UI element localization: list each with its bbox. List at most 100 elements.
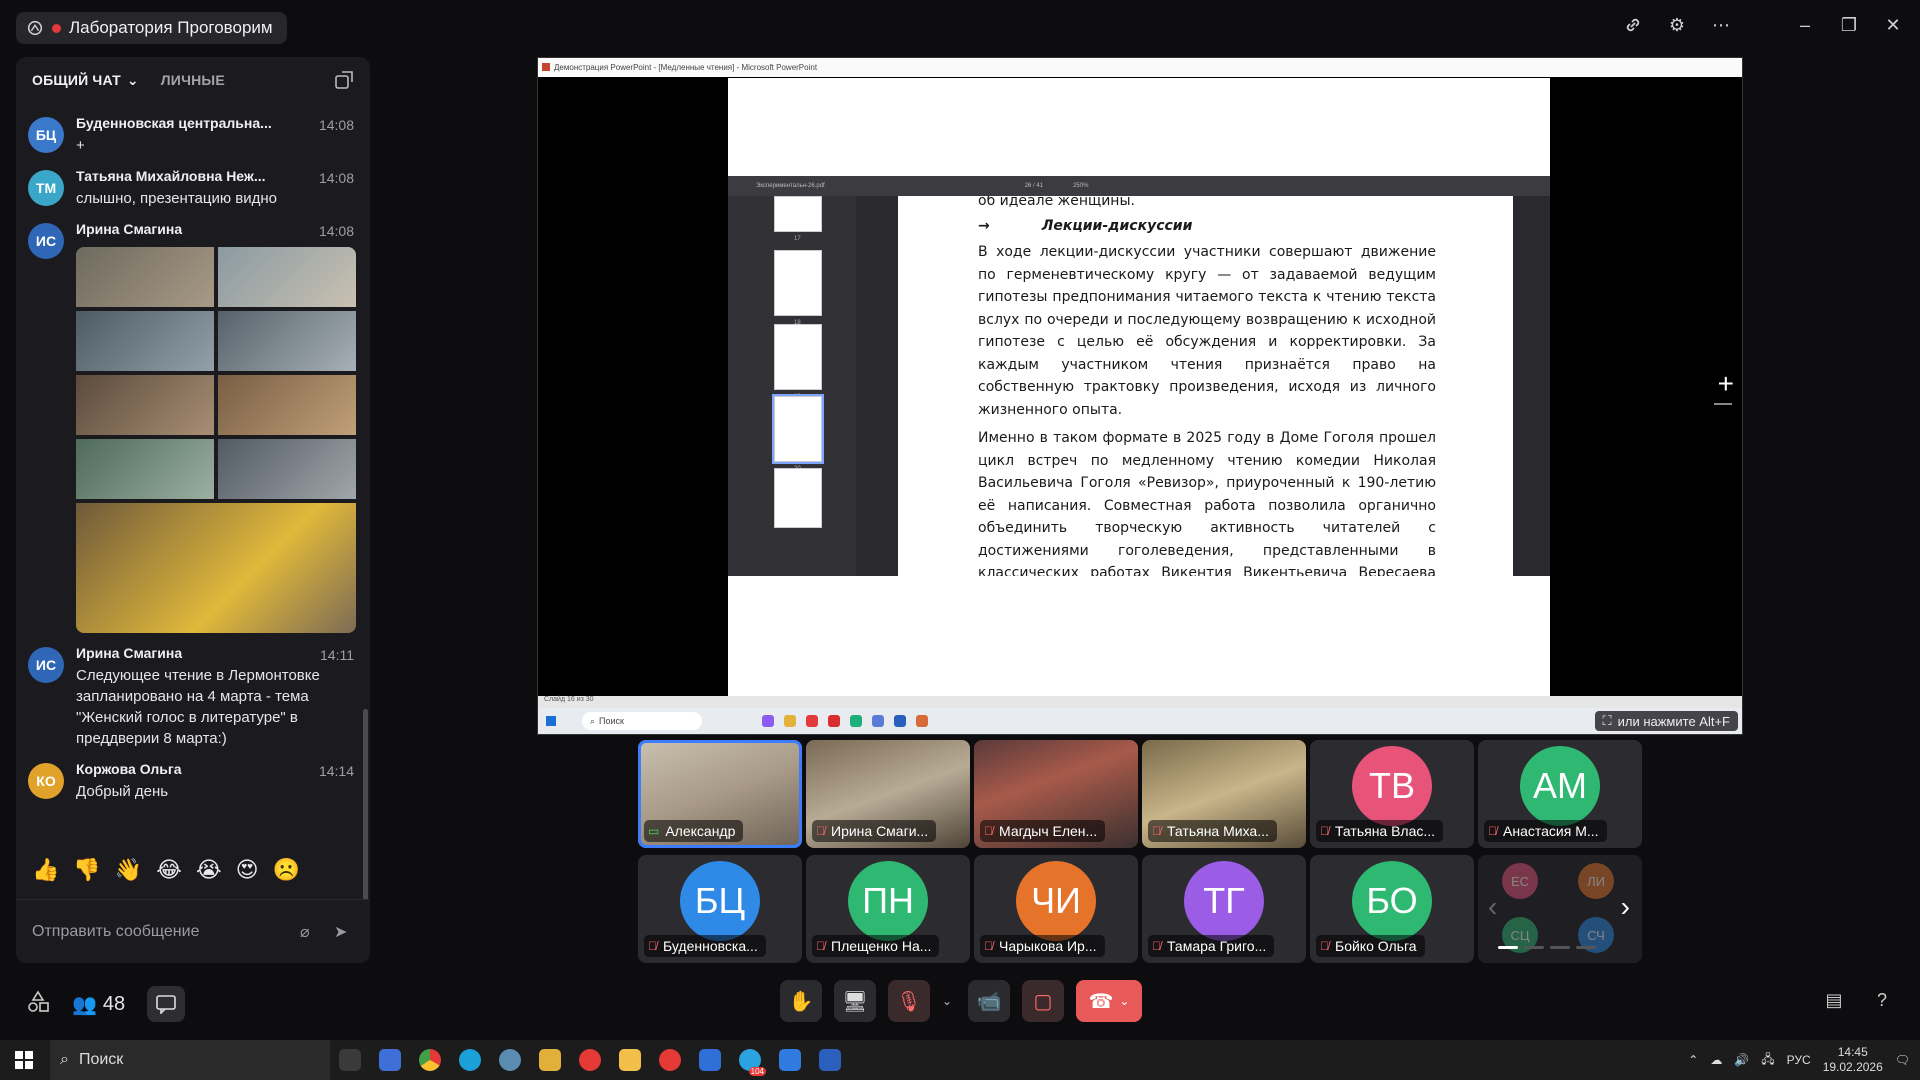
laugh-reaction[interactable]: 😂 — [156, 857, 182, 883]
photo[interactable] — [218, 375, 356, 435]
screen-share-button[interactable]: 🖥 — [834, 980, 876, 1022]
pdf-page: об идеале женщины. → Лекции-дискуссии В … — [898, 196, 1513, 576]
yandex-icon[interactable] — [650, 1040, 690, 1080]
tab-private-chat[interactable]: ЛИЧНЫЕ — [161, 72, 225, 88]
zoom-out-icon[interactable] — [1714, 403, 1732, 405]
screen-share[interactable]: Демонстрация PowerPoint - [Медленные чте… — [537, 57, 1743, 735]
paperclip-icon[interactable]: ⌀ — [300, 922, 320, 942]
photo-gallery[interactable] — [76, 247, 356, 633]
app-icon[interactable] — [330, 1040, 370, 1080]
send-icon[interactable]: ➤ — [334, 922, 354, 942]
notifications-icon[interactable]: 🗨 — [1895, 1053, 1910, 1067]
chevron-up-icon[interactable]: ⌃ — [1688, 1053, 1698, 1067]
folder-icon[interactable] — [610, 1040, 650, 1080]
raise-hand-button[interactable]: ✋ — [780, 980, 822, 1022]
more-participants-tile[interactable]: ЕС ЛИ СЦ СЧ ‹ › — [1478, 855, 1642, 963]
frown-reaction[interactable]: ☹️ — [273, 857, 300, 883]
mic-muted-icon: 🎙̸ — [1320, 939, 1329, 953]
video-app-icon[interactable] — [770, 1040, 810, 1080]
message-author: Татьяна Михайловна Неж... — [76, 168, 266, 184]
participant-tile[interactable]: 🎙̸ Ирина Смаги... — [806, 740, 970, 848]
tile-pager — [1498, 946, 1596, 949]
participants-button[interactable]: 👥 48 — [72, 992, 125, 1017]
popout-icon[interactable] — [334, 70, 354, 90]
photo[interactable] — [218, 247, 356, 307]
participant-tile[interactable]: 🎙̸ Татьяна Миха... — [1142, 740, 1306, 848]
photo[interactable] — [76, 375, 214, 435]
tab-common-chat[interactable]: ОБЩИЙ ЧАТ ⌄ — [32, 72, 139, 89]
gear-icon[interactable]: ⚙ — [1666, 14, 1688, 36]
system-tray: ⌃ ☁ 🔊 🖧 РУС 14:45 19.02.2026 🗨 — [1688, 1040, 1910, 1080]
network-icon[interactable]: 🖧 — [1761, 1050, 1774, 1071]
participant-tile[interactable]: ПН 🎙̸ Плещенко На... — [806, 855, 970, 963]
participant-tile[interactable]: ЧИ 🎙̸ Чарыкова Ир... — [974, 855, 1138, 963]
clock-icon[interactable] — [490, 1040, 530, 1080]
heart-eyes-reaction[interactable]: 😍 — [236, 857, 259, 883]
message-text: + — [76, 137, 85, 154]
chat-message: БЦ Буденновская центральна... 14:08 + — [16, 109, 370, 162]
hang-up-button[interactable]: ☎ ⌄ — [1076, 980, 1142, 1022]
participant-tile[interactable]: ТГ 🎙̸ Тамара Григо... — [1142, 855, 1306, 963]
monitor-icon: 🖥 — [842, 990, 868, 1013]
camera-button[interactable]: 📹 — [968, 980, 1010, 1022]
participant-avatar: ПН — [848, 861, 928, 941]
mic-options-dropdown[interactable]: ⌄ — [942, 994, 956, 1008]
cloud-icon[interactable]: ☁ — [1710, 1053, 1722, 1067]
taskbar-search[interactable]: ⌕ Поиск — [50, 1040, 330, 1080]
layout-icon[interactable]: ▤ — [1822, 988, 1846, 1012]
pdf-paragraph: Именно в таком формате в 2025 году в Дом… — [978, 430, 1436, 576]
microphone-button[interactable]: 🎙 — [888, 980, 930, 1022]
fullscreen-hint[interactable]: ⛶ или нажмите Alt+F — [1594, 711, 1738, 731]
chrome-icon[interactable] — [410, 1040, 450, 1080]
help-icon[interactable]: ? — [1870, 988, 1894, 1012]
photo[interactable] — [76, 247, 214, 307]
photo[interactable] — [76, 503, 356, 633]
mic-off-icon: 🎙 — [896, 990, 922, 1013]
outlook-icon[interactable] — [690, 1040, 730, 1080]
pdf-heading: → Лекции-дискуссии — [978, 215, 1436, 238]
record-button[interactable]: ▢ — [1022, 980, 1064, 1022]
photo[interactable] — [76, 311, 214, 371]
thumbs-down-reaction[interactable]: 👎 — [73, 857, 100, 883]
message-list[interactable]: БЦ Буденновская центральна... 14:08 + ТМ… — [16, 109, 370, 899]
participant-name: Буденновска... — [663, 938, 758, 954]
participant-tile[interactable]: ▭ Александр — [638, 740, 802, 848]
photo[interactable] — [76, 439, 214, 499]
participant-tile[interactable]: АМ 🎙̸ Анастасия М... — [1478, 740, 1642, 848]
volume-icon[interactable]: 🔊 — [1734, 1053, 1749, 1067]
photo[interactable] — [218, 311, 356, 371]
minimize-icon[interactable]: – — [1794, 14, 1816, 36]
thumbs-up-reaction[interactable]: 👍 — [32, 857, 59, 883]
participant-tile[interactable]: 🎙̸ Магдыч Елен... — [974, 740, 1138, 848]
wave-reaction[interactable]: 👋 — [115, 857, 142, 883]
close-icon[interactable]: ✕ — [1882, 14, 1904, 36]
participant-tile[interactable]: БО 🎙̸ Бойко Ольга — [1310, 855, 1474, 963]
chevron-left-icon[interactable]: ‹ — [1488, 891, 1497, 923]
more-icon[interactable]: ⋯ — [1710, 14, 1732, 36]
message-author: Ирина Смагина — [76, 645, 183, 661]
zoom-in-icon[interactable]: + — [1718, 368, 1734, 400]
restore-icon[interactable]: ❐ — [1838, 14, 1860, 36]
photo[interactable] — [218, 439, 356, 499]
chevron-right-icon[interactable]: › — [1621, 891, 1630, 923]
participant-tile[interactable]: ТВ 🎙̸ Татьяна Влас... — [1310, 740, 1474, 848]
link-icon[interactable] — [1622, 14, 1644, 36]
room-title-pill[interactable]: Лаборатория Проговорим — [16, 12, 287, 44]
word-icon[interactable] — [810, 1040, 850, 1080]
windows-start-icon[interactable] — [0, 1040, 48, 1080]
message-time: 14:08 — [318, 117, 354, 133]
pdf-thumbnail — [774, 196, 822, 232]
app-icon[interactable] — [530, 1040, 570, 1080]
cry-reaction[interactable]: 😭 — [196, 857, 222, 883]
apps-icon[interactable] — [26, 989, 50, 1019]
language-indicator[interactable]: РУС — [1787, 1053, 1811, 1067]
edge-icon[interactable] — [450, 1040, 490, 1080]
opera-icon[interactable] — [570, 1040, 610, 1080]
app-icon[interactable] — [370, 1040, 410, 1080]
participant-tile[interactable]: БЦ 🎙̸ Буденновска... — [638, 855, 802, 963]
chat-toggle-button[interactable] — [147, 986, 186, 1022]
participant-label: 🎙̸ Татьяна Влас... — [1316, 820, 1444, 842]
telegram-icon[interactable]: 104 — [730, 1040, 770, 1080]
message-input[interactable]: Отправить сообщение — [32, 923, 286, 941]
clock[interactable]: 14:45 19.02.2026 — [1823, 1045, 1883, 1075]
